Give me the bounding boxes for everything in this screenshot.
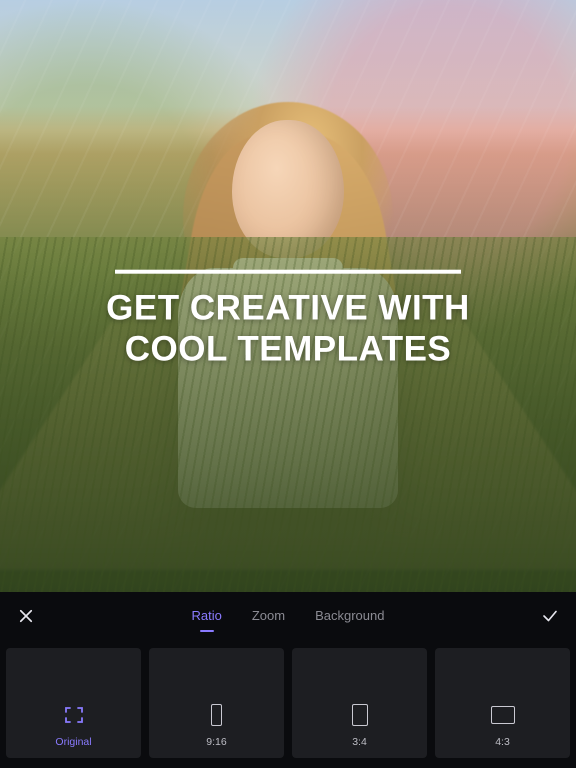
tab-zoom-label: Zoom	[252, 608, 285, 623]
headline-line-1: GET CREATIVE WITH	[106, 288, 470, 327]
original-ratio-icon	[62, 701, 86, 729]
ratio-9-16-label: 9:16	[206, 736, 226, 748]
ratio-3-4[interactable]: 3:4	[292, 648, 427, 758]
ratio-9-16[interactable]: 9:16	[149, 648, 284, 758]
ratio-9-16-icon	[211, 701, 222, 729]
headline: GET CREATIVE WITH COOL TEMPLATES	[0, 269, 576, 370]
tab-background[interactable]: Background	[315, 602, 384, 630]
hero-image: GET CREATIVE WITH COOL TEMPLATES	[0, 0, 576, 592]
tabs: Ratio Zoom Background	[192, 602, 385, 630]
panel-header: Ratio Zoom Background	[0, 592, 576, 640]
ratio-original-label: Original	[55, 736, 91, 748]
close-icon	[17, 607, 35, 625]
ratio-3-4-label: 3:4	[352, 736, 367, 748]
ratio-original[interactable]: Original	[6, 648, 141, 758]
headline-rule	[115, 269, 461, 273]
headline-line-2: COOL TEMPLATES	[125, 330, 452, 369]
tab-zoom[interactable]: Zoom	[252, 602, 285, 630]
tab-ratio-label: Ratio	[192, 608, 222, 623]
hero-subject-head	[232, 120, 344, 258]
ratio-4-3-icon	[491, 701, 515, 729]
close-button[interactable]	[2, 592, 50, 640]
check-icon	[541, 607, 559, 625]
ratio-options: Original 9:16 3:4 4:3	[0, 640, 576, 768]
headline-text: GET CREATIVE WITH COOL TEMPLATES	[106, 287, 470, 370]
editor-panel: Ratio Zoom Background	[0, 592, 576, 768]
ratio-4-3[interactable]: 4:3	[435, 648, 570, 758]
ratio-3-4-icon	[352, 701, 368, 729]
app-root: GET CREATIVE WITH COOL TEMPLATES Ratio Z…	[0, 0, 576, 768]
tab-ratio[interactable]: Ratio	[192, 602, 222, 630]
confirm-button[interactable]	[526, 592, 574, 640]
ratio-4-3-label: 4:3	[495, 736, 510, 748]
tab-background-label: Background	[315, 608, 384, 623]
